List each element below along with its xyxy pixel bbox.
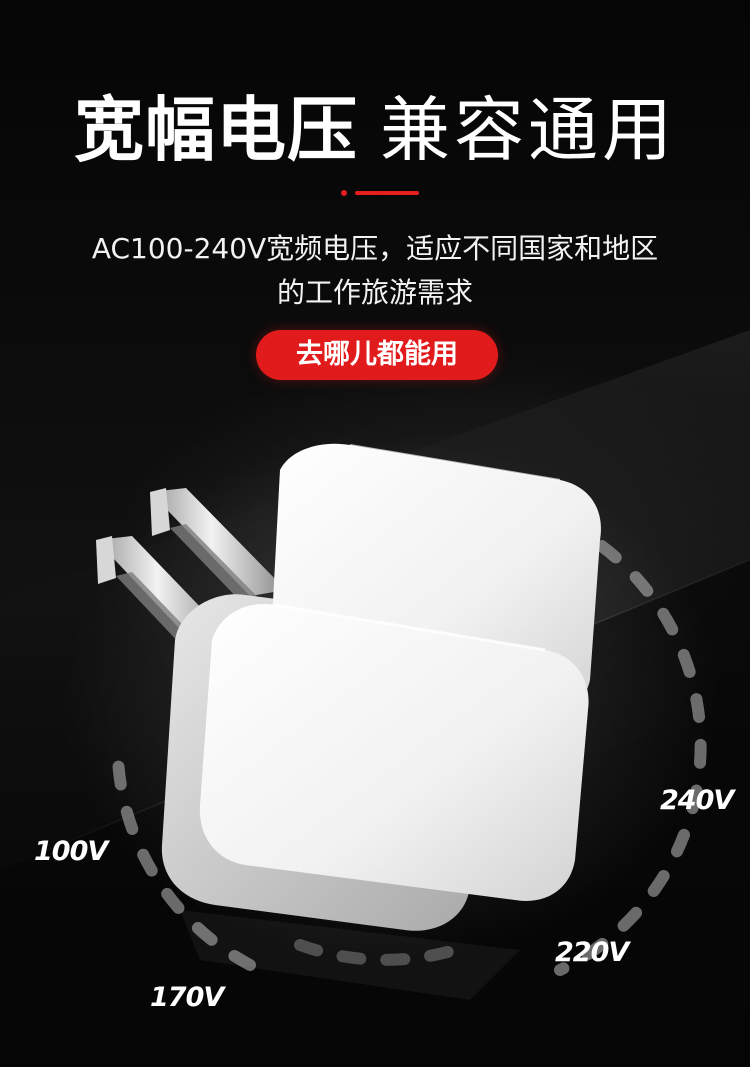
charger-image — [60, 440, 720, 1000]
voltage-label-170v: 170V — [150, 982, 224, 1013]
voltage-label-100v: 100V — [34, 836, 108, 867]
voltage-label-220v: 220V — [555, 937, 629, 968]
product-banner: 宽幅电压 兼容通用 AC100-240V宽频电压，适应不同国家和地区 的工作旅游需… — [0, 0, 750, 1067]
voltage-label-240v: 240V — [660, 785, 734, 816]
